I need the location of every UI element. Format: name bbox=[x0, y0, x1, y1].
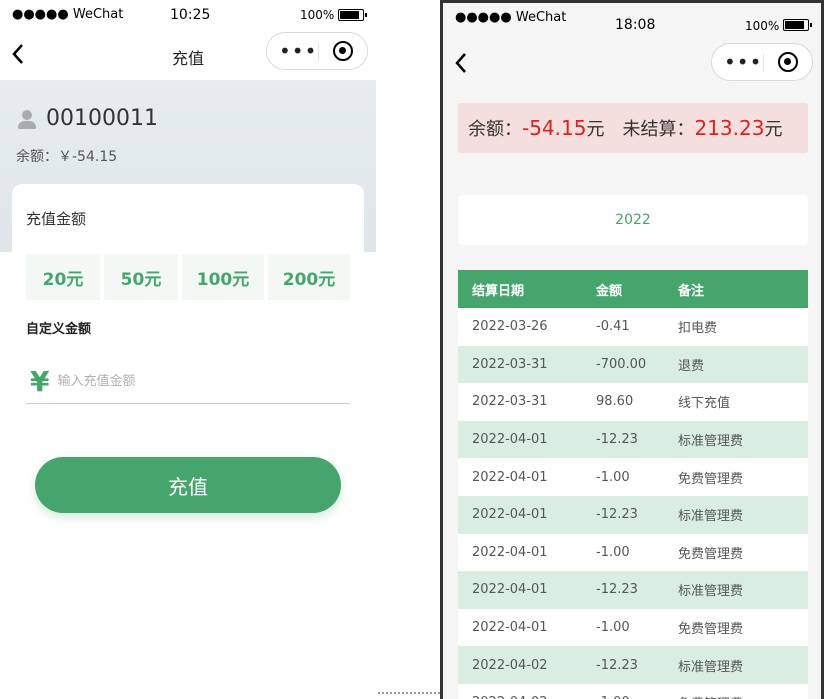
row-amount: -1.00 bbox=[596, 469, 630, 485]
row-remark: 免费管理费 bbox=[678, 622, 744, 638]
row-remark: 标准管理费 bbox=[678, 584, 744, 600]
table-row: 2022-04-01 -12.23 标准管理费 bbox=[458, 571, 808, 609]
status-time: 10:25 bbox=[170, 7, 211, 23]
capsule-divider bbox=[318, 43, 319, 61]
row-amount: -12.23 bbox=[596, 582, 638, 598]
back-arrow-icon[interactable] bbox=[453, 51, 475, 77]
row-date: 2022-03-31 bbox=[472, 394, 548, 410]
separator-dots bbox=[378, 692, 440, 694]
pending-unit: 元 bbox=[764, 119, 783, 140]
account-id: 00100011 bbox=[46, 106, 158, 131]
row-remark: 标准管理费 bbox=[678, 659, 744, 675]
battery-percent: 100% bbox=[745, 19, 780, 33]
row-remark: 扣电费 bbox=[678, 321, 718, 337]
status-bar: ●●●●● WeChat 10:25 100% bbox=[0, 0, 376, 30]
amount-input[interactable] bbox=[57, 374, 308, 389]
balance-unit: 元 bbox=[586, 119, 605, 140]
balance-label: 余额： bbox=[468, 119, 522, 140]
table-row: 2022-04-02 -12.23 标准管理费 bbox=[458, 646, 808, 684]
row-remark: 线下充值 bbox=[678, 396, 731, 412]
pending-label: 未结算： bbox=[622, 119, 695, 140]
more-dots-icon[interactable]: ••• bbox=[724, 51, 762, 73]
nav-bar: ••• bbox=[443, 33, 821, 89]
preset-amounts: 20元 50元 100元 200元 bbox=[26, 254, 350, 300]
row-date: 2022-04-02 bbox=[458, 695, 596, 699]
table-row: 2022-04-01 -1.00 免费管理费 bbox=[458, 608, 808, 647]
nav-bar: 充值 ••• bbox=[0, 30, 376, 80]
amount-20-button[interactable]: 20元 bbox=[26, 254, 100, 300]
close-target-icon[interactable] bbox=[778, 52, 798, 72]
amount-50-button[interactable]: 50元 bbox=[104, 254, 178, 300]
carrier-label: ●●●●● WeChat bbox=[12, 7, 124, 22]
row-remark: 免费管理费 bbox=[678, 693, 808, 699]
close-target-icon[interactable] bbox=[333, 41, 353, 61]
row-amount: -1.00 bbox=[596, 695, 678, 699]
mini-program-capsule: ••• bbox=[266, 32, 368, 70]
row-date: 2022-04-01 bbox=[472, 507, 548, 523]
row-date: 2022-04-01 bbox=[472, 620, 548, 636]
yen-icon: ¥ bbox=[30, 364, 50, 398]
row-remark: 免费管理费 bbox=[678, 471, 744, 487]
carrier-label: ●●●●● WeChat bbox=[455, 10, 567, 25]
row-date: 2022-04-01 bbox=[472, 582, 548, 598]
row-amount: -1.00 bbox=[596, 620, 630, 636]
table-row: 2022-04-01 -12.23 标准管理费 bbox=[458, 420, 808, 459]
balance-value: -54.15 bbox=[522, 116, 587, 140]
amount-100-button[interactable]: 100元 bbox=[182, 254, 264, 300]
table-body: 2022-03-26 -0.41 扣电费 2022-03-31 -700.00 退费 202… bbox=[458, 308, 808, 699]
row-amount: 98.60 bbox=[596, 394, 634, 410]
table-row: 2022-04-01 -12.23 标准管理费 bbox=[458, 495, 808, 534]
row-date: 2022-04-01 bbox=[472, 432, 548, 448]
table-row: 2022-03-31 98.60 线下充值 bbox=[458, 383, 808, 421]
header-date: 结算日期 bbox=[472, 283, 525, 299]
balance-summary: 余额： -54.15 元 未结算： 213.23 元 bbox=[458, 103, 808, 153]
recharge-amount-title: 充值金额 bbox=[26, 210, 87, 228]
battery-percent: 100% bbox=[300, 8, 335, 22]
balance-text: 余额：￥-54.15 bbox=[16, 149, 118, 165]
header-remark: 备注 bbox=[678, 283, 705, 299]
status-bar: ●●●●● WeChat 18:08 100% bbox=[443, 3, 821, 33]
amount-200-button[interactable]: 200元 bbox=[268, 254, 350, 300]
row-amount: -12.23 bbox=[596, 657, 638, 673]
mini-program-capsule: ••• bbox=[711, 43, 813, 81]
row-remark: 标准管理费 bbox=[678, 434, 744, 450]
table-row: 2022-04-02-1.00免费管理费 bbox=[458, 683, 808, 699]
row-amount: -1.00 bbox=[596, 544, 630, 560]
row-date: 2022-04-01 bbox=[472, 469, 548, 485]
table-row: 2022-03-26 -0.41 扣电费 bbox=[458, 308, 808, 346]
recharge-button[interactable]: 充值 bbox=[35, 457, 341, 513]
row-amount: -12.23 bbox=[596, 432, 638, 448]
more-dots-icon[interactable]: ••• bbox=[279, 40, 317, 62]
statement-table: 结算日期 金额 备注 2022-03-26 -0.41 扣电费 2022-03-31 -… bbox=[458, 270, 808, 699]
custom-amount-field: ¥ bbox=[26, 360, 350, 404]
recharge-card: 充值金额 20元 50元 100元 200元 自定义金额 ¥ bbox=[12, 184, 364, 484]
table-row: 2022-03-31 -700.00 退费 bbox=[458, 345, 808, 384]
table-row: 2022-04-01 -1.00 免费管理费 bbox=[458, 533, 808, 572]
row-date: 2022-03-31 bbox=[472, 356, 548, 372]
custom-amount-label: 自定义金额 bbox=[26, 322, 92, 337]
row-amount: -0.41 bbox=[596, 319, 630, 335]
year-selector[interactable]: 2022 bbox=[458, 195, 808, 245]
row-remark: 免费管理费 bbox=[678, 546, 744, 562]
table-header: 结算日期 金额 备注 bbox=[458, 270, 808, 308]
row-remark: 退费 bbox=[678, 358, 705, 374]
row-remark: 标准管理费 bbox=[678, 509, 744, 525]
row-amount: -700.00 bbox=[596, 356, 647, 372]
statement-screen: ●●●●● WeChat 18:08 100% ••• 余额： -54.15 元… bbox=[440, 0, 824, 699]
row-date: 2022-03-26 bbox=[472, 319, 548, 335]
row-date: 2022-04-02 bbox=[472, 657, 548, 673]
table-row: 2022-04-01 -1.00 免费管理费 bbox=[458, 458, 808, 496]
pending-value: 213.23 bbox=[694, 116, 765, 140]
user-icon bbox=[16, 108, 38, 130]
header-amount: 金额 bbox=[596, 283, 623, 299]
user-row: 00100011 bbox=[16, 106, 158, 131]
status-time: 18:08 bbox=[615, 17, 656, 33]
recharge-screen: ●●●●● WeChat 10:25 100% 充值 ••• 00100011 … bbox=[0, 0, 376, 699]
row-amount: -12.23 bbox=[596, 507, 638, 523]
battery-icon bbox=[338, 9, 367, 21]
row-date: 2022-04-01 bbox=[472, 544, 548, 560]
battery-icon bbox=[783, 19, 812, 31]
capsule-divider bbox=[763, 54, 764, 72]
